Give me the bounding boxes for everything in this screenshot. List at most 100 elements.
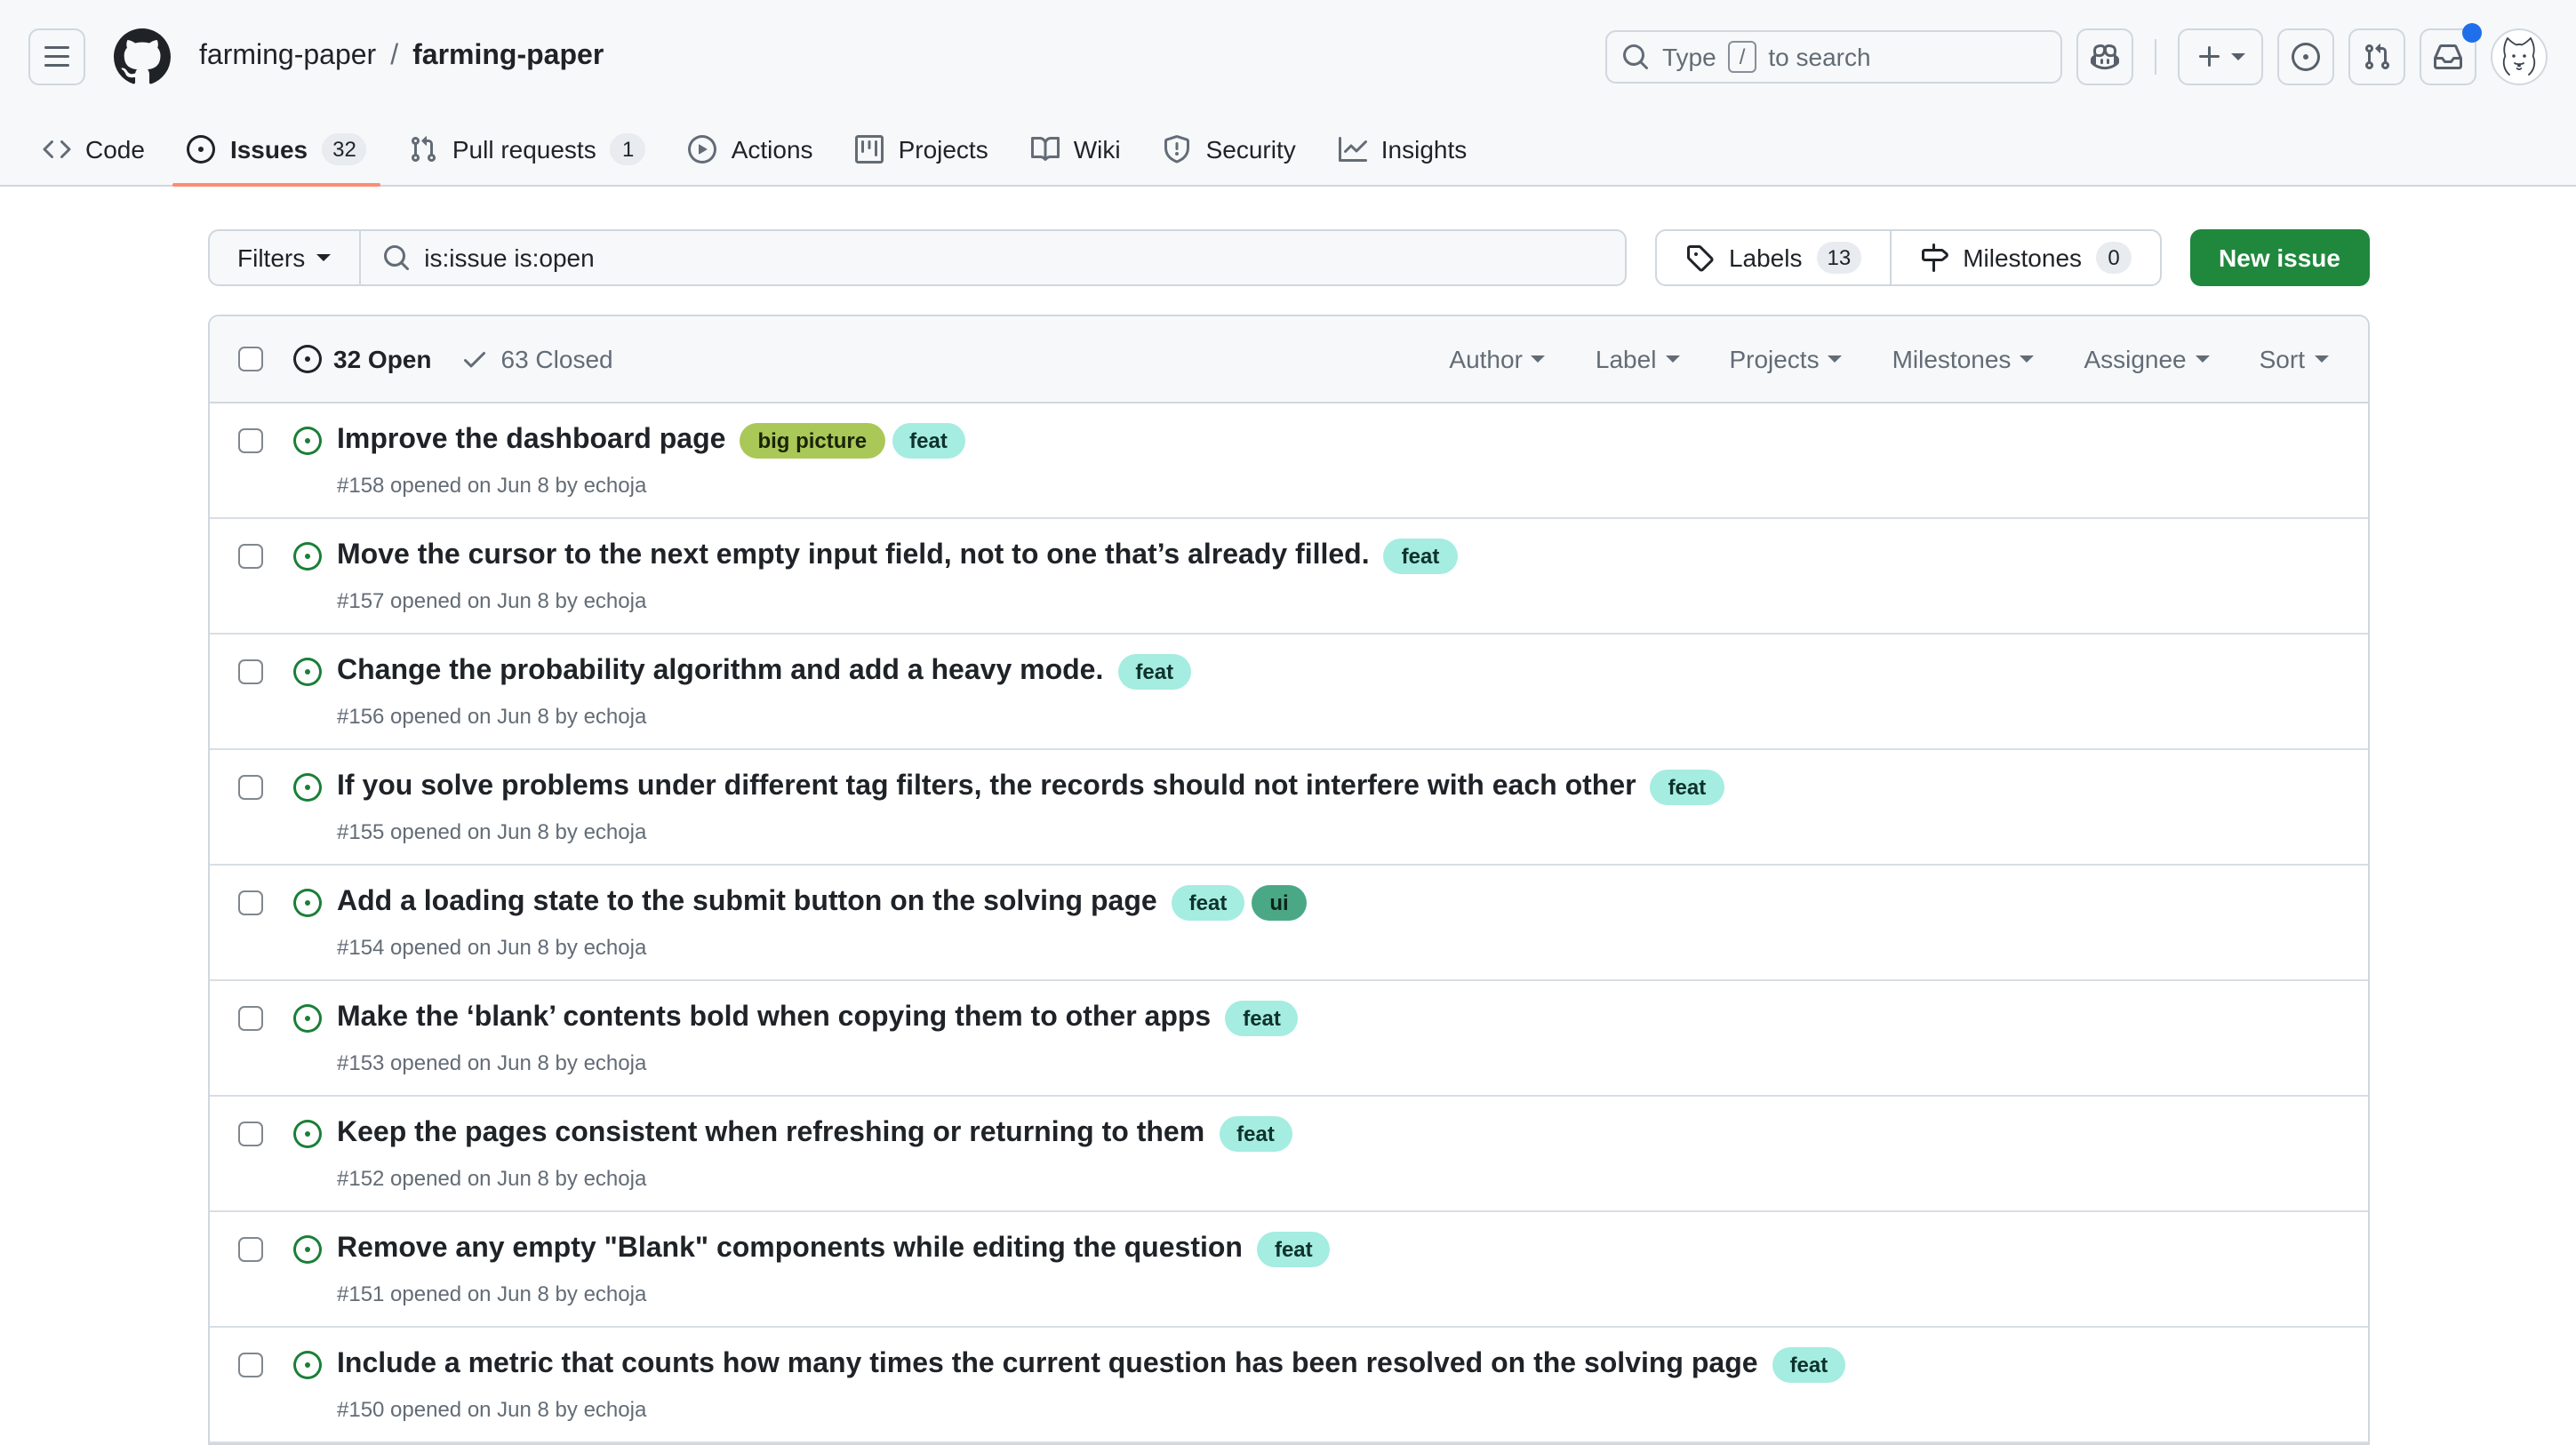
tab-actions[interactable]: Actions — [675, 114, 828, 185]
tab-label: Code — [85, 135, 145, 164]
tab-issues[interactable]: Issues 32 — [173, 114, 381, 185]
projects-filter-dropdown[interactable]: Projects — [1729, 345, 1842, 373]
tab-insights[interactable]: Insights — [1324, 114, 1482, 185]
issue-label-feat[interactable]: feat — [1219, 1116, 1292, 1152]
issue-select-checkbox[interactable] — [237, 1122, 262, 1146]
breadcrumb: farming-paper / farming-paper — [199, 41, 604, 73]
issue-label-feat[interactable]: feat — [892, 423, 965, 459]
issue-title-link[interactable]: Include a metric that counts how many ti… — [337, 1344, 1758, 1386]
milestones-button[interactable]: Milestones 0 — [1890, 231, 2160, 284]
your-issues-button[interactable] — [2277, 28, 2334, 85]
issue-select-checkbox[interactable] — [237, 775, 262, 800]
labels-label: Labels — [1729, 243, 1803, 272]
issue-title-link[interactable]: If you solve problems under different ta… — [337, 766, 1636, 809]
milestones-filter-dropdown[interactable]: Milestones — [1892, 345, 2035, 373]
issue-label-ui[interactable]: ui — [1252, 885, 1306, 921]
chevron-down-icon — [1828, 355, 1843, 363]
your-pull-requests-button[interactable] — [2348, 28, 2405, 85]
labels-count-badge: 13 — [1816, 242, 1861, 274]
issue-label-feat[interactable]: feat — [1651, 770, 1724, 805]
issues-toolbar: Filters is:issue is:open Labels 13 Miles… — [207, 229, 2369, 286]
chevron-down-icon — [2231, 53, 2245, 60]
issue-open-status-icon — [292, 773, 321, 802]
tab-code[interactable]: Code — [28, 114, 159, 185]
tag-icon — [1686, 243, 1715, 272]
filter-label: Label — [1596, 345, 1657, 373]
chevron-down-icon — [1532, 355, 1546, 363]
issue-select-checkbox[interactable] — [237, 1006, 262, 1031]
issue-open-status-icon — [292, 1120, 321, 1148]
open-issues-toggle[interactable]: 32 Open — [292, 345, 432, 373]
breadcrumb-owner[interactable]: farming-paper — [199, 41, 376, 73]
chevron-down-icon — [1665, 355, 1679, 363]
shield-icon — [1164, 135, 1192, 164]
issue-meta: #154 opened on Jun 8 by echoja — [337, 931, 1307, 963]
tab-projects[interactable]: Projects — [842, 114, 1003, 185]
global-search-input[interactable]: Type / to search — [1605, 30, 2062, 84]
issue-label-feat[interactable]: feat — [1172, 885, 1245, 921]
labels-button[interactable]: Labels 13 — [1658, 231, 1890, 284]
issue-row: Remove any empty "Blank" components whil… — [209, 1212, 2367, 1328]
issue-title-link[interactable]: Change the probability algorithm and add… — [337, 651, 1103, 693]
issue-label-feat[interactable]: feat — [1257, 1232, 1331, 1267]
tab-label: Issues — [230, 135, 308, 164]
issues-list: Improve the dashboard page big picturefe… — [209, 403, 2367, 1443]
tab-wiki[interactable]: Wiki — [1017, 114, 1135, 185]
tab-label: Security — [1206, 135, 1296, 164]
create-new-button[interactable] — [2178, 28, 2263, 85]
issue-title-link[interactable]: Improve the dashboard page — [337, 419, 725, 462]
copilot-button[interactable] — [2076, 28, 2133, 85]
repo-nav: Code Issues 32 Pull requests 1 Actions P… — [0, 114, 2576, 185]
issue-select-checkbox[interactable] — [237, 1237, 262, 1262]
plus-icon — [2196, 43, 2224, 71]
issue-row: Keep the pages consistent when refreshin… — [209, 1097, 2367, 1212]
issue-label-feat[interactable]: feat — [1384, 539, 1458, 574]
issue-label-feat[interactable]: feat — [1117, 654, 1191, 690]
three-bars-icon — [43, 43, 71, 71]
issue-row: Change the probability algorithm and add… — [209, 635, 2367, 750]
tab-security[interactable]: Security — [1149, 114, 1310, 185]
label-filter-dropdown[interactable]: Label — [1596, 345, 1680, 373]
issue-select-checkbox[interactable] — [237, 890, 262, 915]
closed-issues-toggle[interactable]: 63 Closed — [460, 345, 613, 373]
code-icon — [43, 135, 71, 164]
issue-labels: big picturefeat — [740, 423, 964, 459]
issue-title-link[interactable]: Make the ‘blank’ contents bold when copy… — [337, 997, 1211, 1040]
issue-title-link[interactable]: Keep the pages consistent when refreshin… — [337, 1113, 1204, 1155]
issue-open-status-icon — [292, 1235, 321, 1264]
issue-labels: feat — [1219, 1116, 1292, 1152]
issue-title-link[interactable]: Add a loading state to the submit button… — [337, 882, 1157, 924]
assignee-filter-dropdown[interactable]: Assignee — [2084, 345, 2209, 373]
breadcrumb-repo[interactable]: farming-paper — [412, 41, 604, 73]
filters-dropdown-button[interactable]: Filters — [209, 231, 360, 284]
issue-title-link[interactable]: Remove any empty "Blank" components whil… — [337, 1228, 1243, 1271]
issue-select-checkbox[interactable] — [237, 544, 262, 569]
issue-label-feat[interactable]: feat — [1772, 1347, 1846, 1383]
book-icon — [1031, 135, 1060, 164]
issue-select-checkbox[interactable] — [237, 659, 262, 684]
select-all-checkbox[interactable] — [237, 347, 262, 371]
copilot-icon — [2091, 43, 2119, 71]
author-filter-dropdown[interactable]: Author — [1449, 345, 1546, 373]
issue-open-status-icon — [292, 658, 321, 686]
issue-title-link[interactable]: Move the cursor to the next empty input … — [337, 535, 1370, 578]
issue-labels: feat — [1772, 1347, 1846, 1383]
issue-select-checkbox[interactable] — [237, 1353, 262, 1377]
issues-search-input[interactable]: is:issue is:open — [360, 231, 1626, 284]
issue-row: Make the ‘blank’ contents bold when copy… — [209, 981, 2367, 1097]
issue-select-checkbox[interactable] — [237, 428, 262, 453]
issue-label-big-picture[interactable]: big picture — [740, 423, 884, 459]
search-icon — [381, 243, 410, 272]
slash-key-hint: / — [1729, 41, 1756, 73]
github-logo[interactable] — [114, 28, 171, 85]
new-issue-button[interactable]: New issue — [2190, 229, 2369, 286]
sort-dropdown[interactable]: Sort — [2260, 345, 2328, 373]
tab-pull-requests[interactable]: Pull requests 1 — [396, 114, 660, 185]
avatar[interactable] — [2491, 28, 2548, 85]
chevron-down-icon — [2020, 355, 2034, 363]
hamburger-menu-button[interactable] — [28, 28, 85, 85]
issues-list-box: 32 Open 63 Closed Author Label Pr — [207, 315, 2369, 1445]
issue-label-feat[interactable]: feat — [1225, 1001, 1299, 1036]
unread-notification-dot — [2462, 23, 2482, 43]
pull-request-icon — [410, 135, 438, 164]
